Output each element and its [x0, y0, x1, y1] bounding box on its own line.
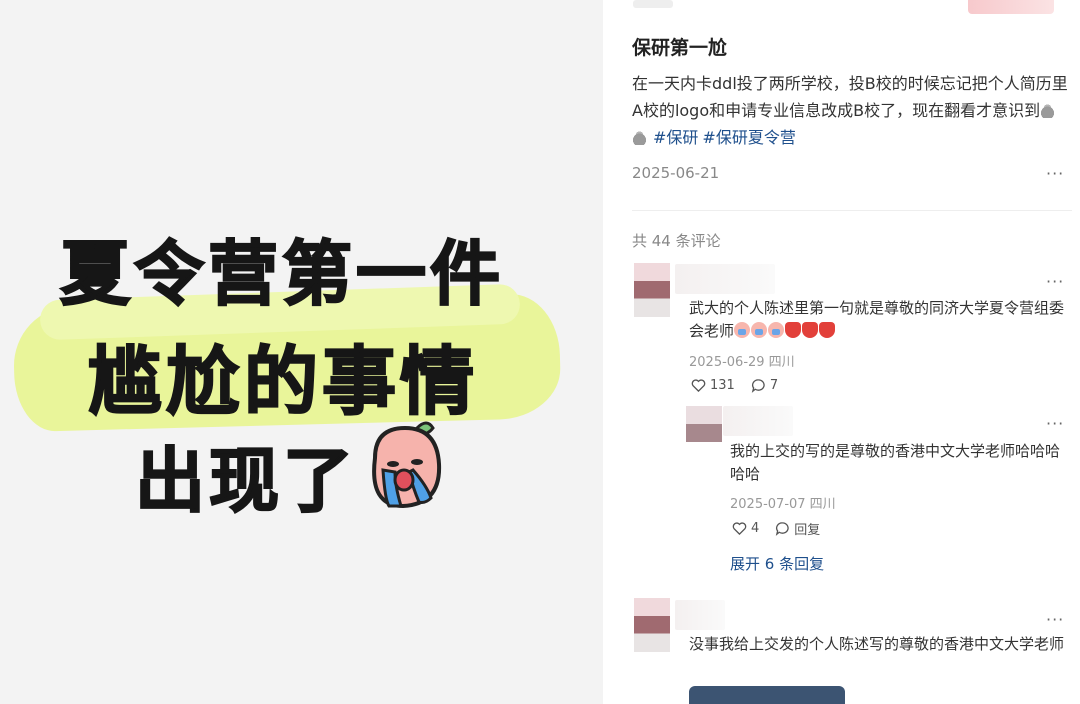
poop-emoji-icon [632, 131, 647, 145]
crying-emoji-icon [768, 322, 785, 338]
comment-bubble-icon [776, 522, 789, 536]
reply-text: 我的上交的写的是尊敬的香港中文大学老师哈哈哈哈哈 [730, 442, 1061, 483]
post-body: 在一天内卡ddl投了两所学校，投B校的时候忘记把个人简历里A校的logo和申请专… [632, 70, 1072, 151]
crying-emoji-icon [734, 322, 751, 338]
comment-more-icon[interactable]: ··· [1046, 272, 1064, 291]
comment-count: 共 44 条评论 [632, 232, 721, 250]
comment-actions: 131 7 [691, 378, 778, 393]
comment-image-thumbnail[interactable] [689, 686, 845, 704]
angry-devil-emoji-icon [819, 322, 836, 338]
commenter-name[interactable] [675, 600, 725, 630]
post-detail-panel: 保研第一尬 在一天内卡ddl投了两所学校，投B校的时候忘记把个人简历里A校的lo… [603, 0, 1080, 704]
like-count: 4 [751, 521, 760, 536]
image-text-line-2: 尴尬的事情 [87, 338, 478, 426]
angry-devil-emoji-icon [802, 322, 819, 338]
avatar[interactable] [686, 406, 722, 442]
post-more-icon[interactable]: ··· [1046, 164, 1064, 183]
avatar[interactable] [634, 598, 670, 652]
commenter-name[interactable] [723, 406, 793, 436]
tag-baoyan[interactable]: #保研 [653, 128, 698, 147]
poop-emoji-icon [1040, 104, 1056, 118]
comment-actions: 4 回复 [732, 519, 820, 538]
post-title: 保研第一尬 [632, 37, 728, 59]
expand-replies-link[interactable]: 展开 6 条回复 [730, 553, 824, 574]
post-body-text: 在一天内卡ddl投了两所学校，投B校的时候忘记把个人简历里A校的logo和申请专… [632, 74, 1068, 120]
heart-icon [732, 522, 747, 536]
comment-meta: 2025-07-07 四川 [730, 497, 836, 512]
avatar[interactable] [634, 263, 670, 317]
reply-button[interactable]: 7 [751, 378, 778, 393]
image-text-line-1: 夏令营第一件 [59, 232, 504, 316]
blurred-header-fragment [633, 0, 673, 8]
reply-button[interactable]: 回复 [775, 519, 820, 538]
like-button[interactable]: 4 [732, 521, 759, 536]
crying-emoji-icon [751, 322, 768, 338]
like-count: 131 [710, 378, 735, 393]
comment-meta: 2025-06-29 四川 [689, 355, 795, 370]
commenter-name[interactable] [675, 264, 775, 294]
comment-more-icon[interactable]: ··· [1046, 610, 1064, 629]
reply-count: 7 [769, 378, 779, 393]
divider [632, 210, 1072, 211]
crying-peach-sticker-icon [372, 421, 442, 509]
comment-more-icon[interactable]: ··· [1046, 414, 1064, 433]
tag-baoyan-summer-camp[interactable]: #保研夏令营 [702, 128, 795, 147]
comment-bubble-icon [751, 379, 765, 393]
post-date: 2025-06-21 [632, 164, 720, 182]
blurred-header-button [968, 0, 1054, 14]
post-image[interactable]: 夏令营第一件 尴尬的事情 出现了 [0, 0, 603, 704]
reply-label: 回复 [794, 523, 821, 538]
like-button[interactable]: 131 [691, 378, 735, 393]
angry-devil-emoji-icon [785, 322, 802, 338]
comment-text: 武大的个人陈述里第一句就是尊敬的同济大学夏令营组委会老师 [689, 297, 1069, 343]
comment-text: 没事我给上交发的个人陈述写的尊敬的香港中文大学老师 [689, 635, 1065, 653]
heart-icon [691, 379, 706, 393]
